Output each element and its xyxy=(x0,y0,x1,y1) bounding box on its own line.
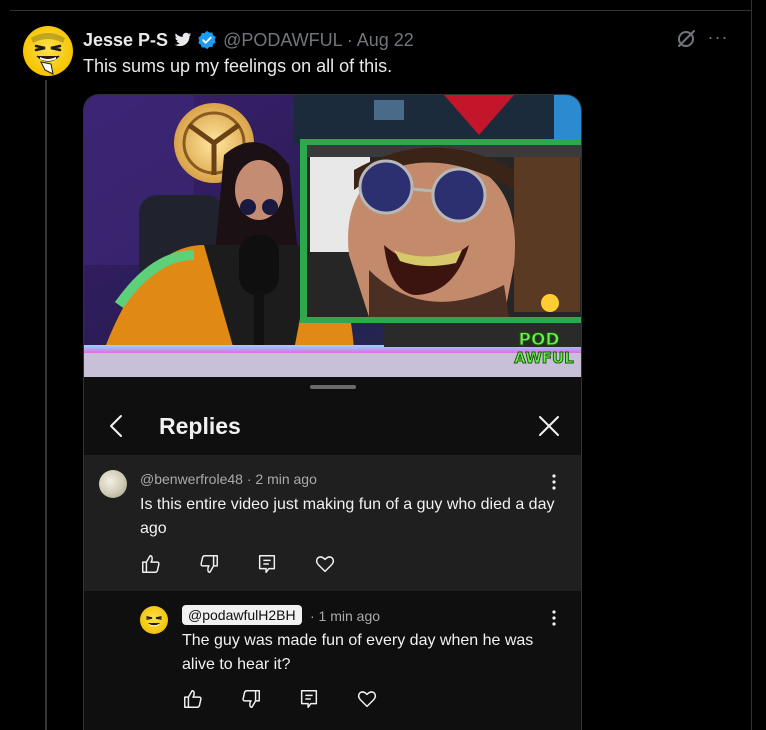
sheet-header: Replies xyxy=(84,397,581,455)
parent-comment: @benwerfrole48 · 2 min ago Is this entir… xyxy=(84,455,581,591)
twitter-bird-icon xyxy=(174,32,192,47)
reply-text: The guy was made fun of every day when h… xyxy=(182,632,534,673)
author-avatar[interactable] xyxy=(23,26,73,76)
author-display-name[interactable]: Jesse P-S xyxy=(83,30,168,51)
svg-text:POD: POD xyxy=(518,330,559,350)
grok-icon[interactable] xyxy=(676,29,696,49)
top-divider xyxy=(10,10,752,11)
dislike-icon[interactable] xyxy=(198,553,220,575)
sheet-title: Replies xyxy=(159,413,241,439)
close-icon[interactable] xyxy=(537,414,561,438)
comment-text: Is this entire video just making fun of … xyxy=(140,496,555,537)
heart-icon[interactable] xyxy=(314,553,336,575)
like-icon[interactable] xyxy=(182,688,204,710)
reply-more-icon[interactable] xyxy=(551,610,557,626)
verified-badge-icon xyxy=(198,30,216,50)
tweet-view: Jesse P-S @PODAWFUL · Aug 22 ··· This su… xyxy=(0,0,766,730)
tweet-text: This sums up my feelings on all of this. xyxy=(83,56,393,76)
reply-icon[interactable] xyxy=(256,553,278,575)
more-options-icon[interactable]: ··· xyxy=(706,28,730,49)
comment-author[interactable]: @benwerfrole48 xyxy=(140,471,243,487)
commenter-avatar[interactable] xyxy=(99,470,127,498)
reply-comment: @podawfulH2BH · 1 min ago The guy was ma… xyxy=(84,591,581,730)
header-separator: · xyxy=(346,29,353,50)
reply-icon[interactable] xyxy=(298,688,320,710)
svg-text:AWFUL: AWFUL xyxy=(514,349,574,367)
comment-separator: · xyxy=(246,471,252,487)
sheet-drag-handle[interactable] xyxy=(310,385,356,389)
reply-actions xyxy=(182,688,414,710)
author-handle[interactable]: @PODAWFUL xyxy=(223,30,343,51)
comment-time: 2 min ago xyxy=(255,471,317,487)
reply-time: · 1 min ago xyxy=(310,608,381,624)
tweet-media[interactable]: POD AWFUL Replies @benwerfrole48 · 2 min… xyxy=(83,94,582,730)
back-arrow-icon[interactable] xyxy=(106,413,126,439)
video-still-image: POD AWFUL xyxy=(84,95,581,377)
replies-sheet: Replies @benwerfrole48 · 2 min ago Is th… xyxy=(84,377,581,730)
column-border xyxy=(751,0,752,730)
replier-avatar[interactable] xyxy=(140,606,168,634)
heart-icon[interactable] xyxy=(356,688,378,710)
tweet-header: Jesse P-S @PODAWFUL · Aug 22 xyxy=(83,29,414,51)
reply-author[interactable]: @podawfulH2BH xyxy=(182,605,302,625)
comment-author-line: @benwerfrole48 · 2 min ago xyxy=(140,471,317,487)
tweet-date[interactable]: Aug 22 xyxy=(357,30,414,51)
comment-more-icon[interactable] xyxy=(551,474,557,490)
thread-connector-line xyxy=(45,80,47,730)
dislike-icon[interactable] xyxy=(240,688,262,710)
like-icon[interactable] xyxy=(140,553,162,575)
comment-actions xyxy=(140,553,372,575)
